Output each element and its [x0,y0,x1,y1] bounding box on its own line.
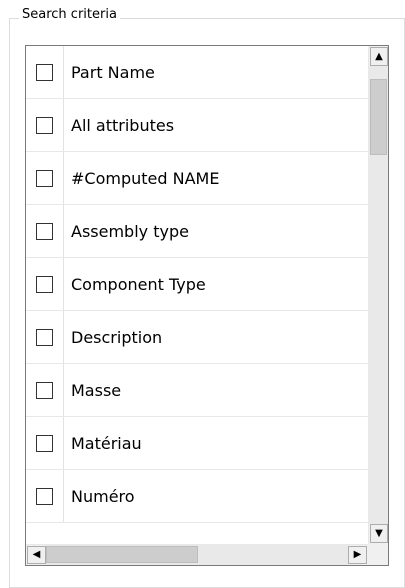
checkbox-cell [26,46,64,98]
list-item[interactable]: Part Name [26,46,368,99]
checkbox[interactable] [36,223,53,240]
list-item-label: Description [71,327,163,347]
list-item[interactable]: Description [26,311,368,364]
checkbox-cell [26,311,64,363]
checkbox[interactable] [36,170,53,187]
checkbox-cell [26,470,64,522]
list-item[interactable]: Assembly type [26,205,368,258]
scrollbar-corner [368,544,388,565]
scroll-down-button[interactable]: ▼ [370,524,388,543]
up-arrow-icon: ▲ [375,50,383,62]
list-item-label: Component Type [71,274,206,294]
checkbox-cell [26,417,64,469]
checkbox-cell [26,205,64,257]
list-item-label: Assembly type [71,221,189,241]
list-item[interactable]: Masse [26,364,368,417]
checkbox[interactable] [36,64,53,81]
list-item-label: Matériau [71,433,142,453]
vertical-scrollbar[interactable]: ▲ ▼ [368,46,388,544]
list-item[interactable]: Matériau [26,417,368,470]
list-item-label: Masse [71,380,122,400]
list-item[interactable]: #Computed NAME [26,152,368,205]
checkbox[interactable] [36,117,53,134]
scroll-right-button[interactable]: ▶ [348,546,367,564]
checkbox[interactable] [36,435,53,452]
down-arrow-icon: ▼ [375,527,383,539]
checkbox[interactable] [36,329,53,346]
checkbox[interactable] [36,276,53,293]
horizontal-scrollbar[interactable]: ◀ ▶ [26,544,368,565]
checkbox-cell [26,258,64,310]
left-arrow-icon: ◀ [32,549,41,560]
list-item-label: #Computed NAME [71,168,220,188]
list-item[interactable]: Component Type [26,258,368,311]
list-item-label: All attributes [71,115,175,135]
right-arrow-icon: ▶ [353,549,362,560]
checkbox[interactable] [36,382,53,399]
checkbox-cell [26,152,64,204]
horizontal-scroll-thumb[interactable] [46,546,198,563]
checkbox[interactable] [36,488,53,505]
group-title: Search criteria [19,7,120,23]
scroll-up-button[interactable]: ▲ [370,47,388,66]
vertical-scroll-thumb[interactable] [370,79,387,155]
list-item-label: Part Name [71,62,155,82]
checkbox-cell [26,99,64,151]
list-item-label: Numéro [71,486,135,506]
list-item[interactable]: All attributes [26,99,368,152]
list-item[interactable]: Numéro [26,470,368,523]
scroll-left-button[interactable]: ◀ [27,546,46,564]
checkbox-cell [26,364,64,416]
criteria-list[interactable]: Part Name All attributes #Computed NAME … [25,45,389,566]
